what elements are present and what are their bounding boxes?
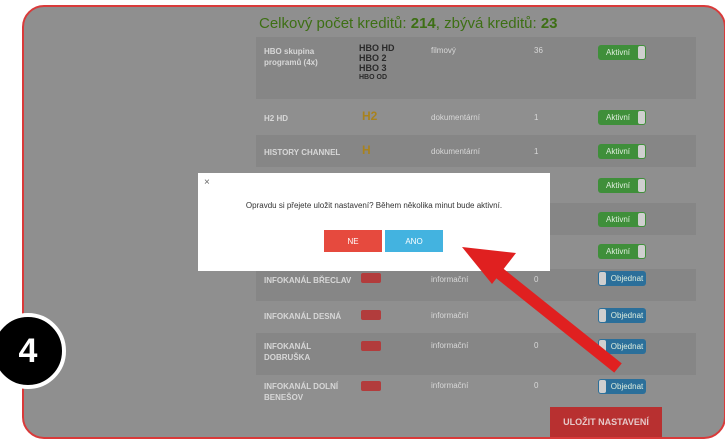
annotation-arrow	[462, 247, 622, 373]
arrow-shaft	[494, 267, 622, 373]
